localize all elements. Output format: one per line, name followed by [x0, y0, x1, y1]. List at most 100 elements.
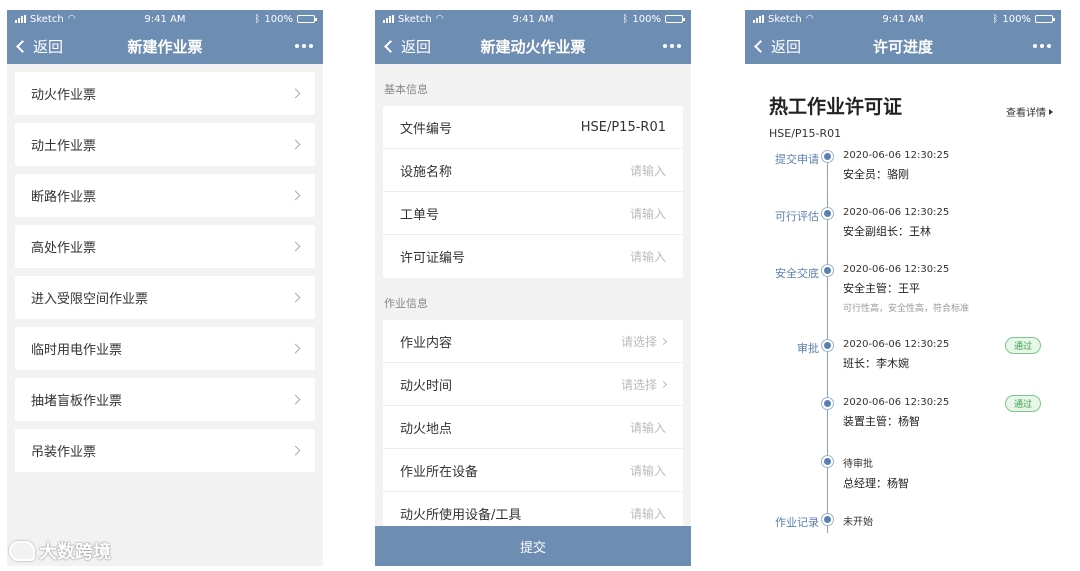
step-stage: 可行评估 [775, 210, 819, 223]
status-bar: Sketch ◠ 9:41 AM ᛒ 100% [745, 10, 1061, 28]
carrier-label: Sketch [398, 13, 432, 25]
chevron-right-icon [290, 394, 301, 405]
list-item[interactable]: 动火作业票 [15, 72, 315, 115]
timeline-step: 可行评估 2020-06-06 12:30:25 安全副组长：王林 [745, 207, 1061, 264]
step-content: 待审批总经理：杨智 [843, 455, 1061, 513]
signal-icon [383, 15, 394, 23]
input-field[interactable]: 请输入 [630, 505, 666, 522]
back-chevron-icon [16, 39, 29, 53]
more-icon[interactable] [295, 44, 313, 48]
list-item[interactable]: 动土作业票 [15, 123, 315, 166]
input-field[interactable]: 请输入 [630, 162, 666, 179]
signal-icon [753, 15, 764, 23]
nav-bar: 返回 许可进度 [745, 28, 1061, 64]
field-label: 动火地点 [400, 421, 453, 437]
timeline-step: 审批 2020-06-06 12:30:25 班长：李木婉 通过 [745, 337, 1061, 397]
timeline-dot-icon [824, 342, 831, 349]
screen-new-hot-work-ticket: Sketch ◠ 9:41 AM ᛒ 100% 返回 新建动火作业票 基本信息文… [375, 10, 691, 566]
battery-percent: 100% [264, 13, 293, 25]
back-button[interactable]: 返回 [753, 36, 801, 57]
timeline-step: 安全交底 2020-06-06 12:30:25 安全主管：王平 可行性高，安全性高，… [745, 264, 1061, 339]
carrier-label: Sketch [768, 13, 802, 25]
battery-icon [296, 15, 317, 23]
status-badge: 通过 [1004, 395, 1041, 412]
field-value: 请选择 [620, 334, 657, 349]
list-item[interactable]: 高处作业票 [15, 225, 315, 268]
step-person: 安全主管：王平 [843, 282, 920, 295]
select-field[interactable]: 请选择 [620, 333, 668, 350]
timeline-step: 作业记录 未开始 [745, 513, 1061, 543]
step-person: 总经理：杨智 [843, 477, 909, 490]
list-item[interactable]: 吊装作业票 [15, 429, 315, 472]
list-item-label: 临时用电作业票 [31, 343, 123, 358]
chevron-right-icon [290, 241, 301, 252]
ticket-type-list: 动火作业票动土作业票断路作业票高处作业票进入受限空间作业票临时用电作业票抽堵盲板… [7, 64, 323, 472]
back-button[interactable]: 返回 [15, 36, 63, 57]
step-time: 待审批 [843, 459, 873, 470]
field-label: 作业内容 [400, 335, 453, 351]
form-row[interactable]: 动火地点 请输入 [383, 406, 683, 449]
step-time: 2020-06-06 12:30:25 [843, 207, 950, 218]
watermark-logo-icon [9, 541, 35, 561]
bluetooth-icon: ᛒ [254, 13, 261, 25]
input-field[interactable]: 请输入 [630, 462, 666, 479]
step-time: 2020-06-06 12:30:25 [843, 150, 950, 161]
chevron-right-icon [290, 190, 301, 201]
list-item[interactable]: 进入受限空间作业票 [15, 276, 315, 319]
battery-icon [664, 15, 685, 23]
step-stage: 审批 [797, 342, 819, 355]
list-item-label: 动土作业票 [31, 139, 97, 154]
list-item[interactable]: 抽堵盲板作业票 [15, 378, 315, 421]
step-content: 2020-06-06 12:30:25 安全主管：王平 可行性高，安全性高，符合标准 [843, 264, 1061, 339]
field-value: 请输入 [629, 463, 666, 478]
select-field[interactable]: 请选择 [621, 376, 668, 393]
chevron-right-icon [659, 380, 668, 388]
form-row[interactable]: 作业内容 请选择 [383, 320, 683, 363]
timeline-dot-icon [824, 516, 831, 523]
list-item-label: 吊装作业票 [31, 445, 97, 460]
step-person: 安全副组长：王林 [843, 225, 931, 238]
bluetooth-icon: ᛒ [992, 13, 999, 25]
permit-header: 热工作业许可证 查看详情 HSE/P15-R01 [745, 64, 1061, 140]
input-field[interactable]: HSE/P15-R01 [581, 120, 666, 135]
list-item[interactable]: 断路作业票 [15, 174, 315, 217]
form-row[interactable]: 文件编号 HSE/P15-R01 [383, 106, 683, 149]
chevron-right-icon [290, 139, 301, 150]
input-field[interactable]: 请输入 [630, 248, 666, 265]
field-value: 请输入 [629, 163, 666, 178]
form-row[interactable]: 工单号 请输入 [383, 192, 683, 235]
form-row[interactable]: 作业所在设备 请输入 [383, 449, 683, 492]
triangle-right-icon [1049, 108, 1053, 115]
input-field[interactable]: 请输入 [630, 419, 666, 436]
more-icon[interactable] [1033, 44, 1051, 48]
submit-button[interactable]: 提交 [375, 526, 691, 566]
list-item[interactable]: 临时用电作业票 [15, 327, 315, 370]
wifi-icon: ◠ [805, 14, 814, 24]
watermark: 大数跨境 [9, 538, 111, 564]
form-row[interactable]: 设施名称 请输入 [383, 149, 683, 192]
field-label: 作业所在设备 [400, 464, 479, 480]
battery-icon [1034, 15, 1055, 23]
back-label: 返回 [771, 37, 802, 56]
back-button[interactable]: 返回 [383, 36, 431, 57]
form-row[interactable]: 动火时间 请选择 [383, 363, 683, 406]
wifi-icon: ◠ [67, 14, 76, 24]
chevron-right-icon [290, 343, 301, 354]
chevron-right-icon [659, 337, 668, 345]
header: Sketch ◠ 9:41 AM ᛒ 100% 返回 新建动火作业票 [375, 10, 691, 64]
view-detail-link[interactable]: 查看详情 [1006, 104, 1053, 119]
step-stage [745, 397, 819, 455]
form-row[interactable]: 许可证编号 请输入 [383, 235, 683, 278]
status-time: 9:41 AM [882, 13, 924, 25]
more-icon[interactable] [663, 44, 681, 48]
input-field[interactable]: 请输入 [630, 205, 666, 222]
form-row[interactable]: 动火所使用设备/工具 请输入 [383, 492, 683, 526]
chevron-right-icon [290, 445, 301, 456]
field-label: 动火时间 [400, 378, 453, 394]
field-value: 请输入 [629, 250, 666, 264]
step-stage: 提交申请 [775, 153, 819, 166]
timeline-step: 待审批总经理：杨智 [745, 455, 1061, 513]
form-group: 文件编号 HSE/P15-R01 设施名称 请输入 工单号 请输入许可证编号 请输入 [383, 106, 683, 278]
field-label: 许可证编号 [400, 251, 466, 266]
form-body: 基本信息 文件编号 HSE/P15-R01 设施名称 请输入 工单号 请输入 许可证编号 请输入… [375, 64, 691, 526]
